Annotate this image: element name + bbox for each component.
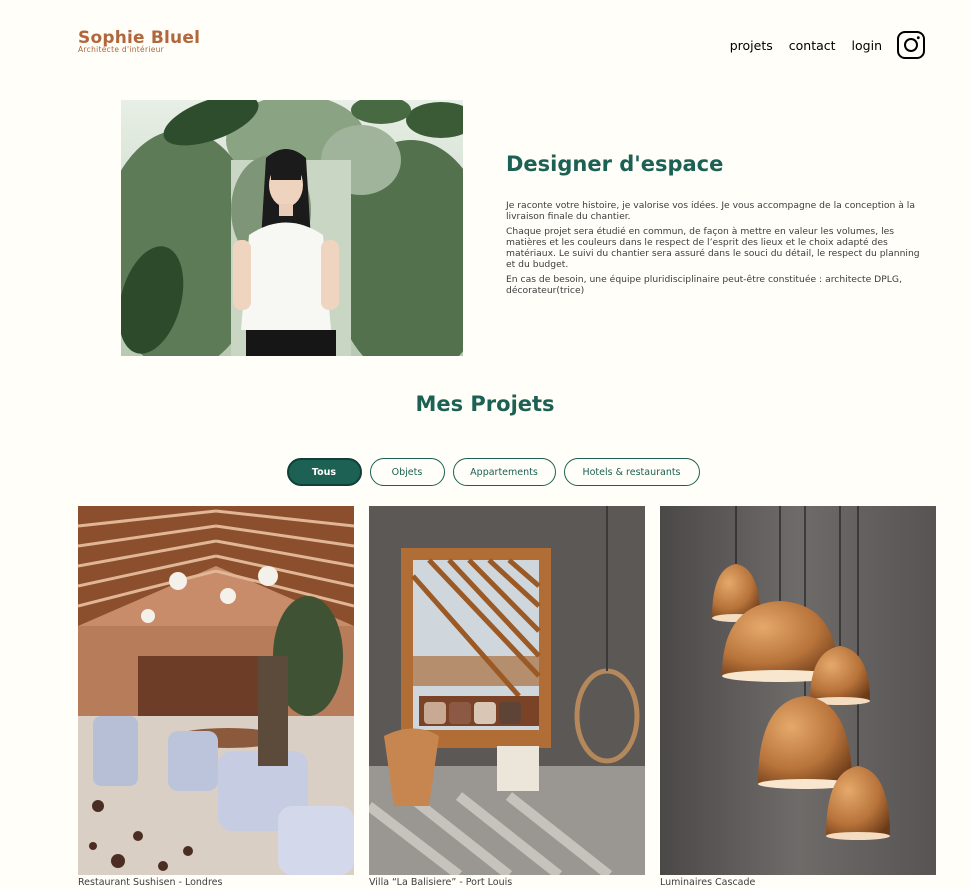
nav-link-contact[interactable]: contact — [789, 38, 836, 53]
project-card[interactable]: Restaurant Sushisen - Londres — [78, 506, 354, 888]
nav-link-login[interactable]: login — [852, 38, 882, 53]
nav-link-projets[interactable]: projets — [730, 38, 773, 53]
intro-section: Designer d'espace Je raconte votre histo… — [506, 152, 926, 300]
project-image-restaurant — [78, 506, 354, 875]
instagram-icon[interactable] — [896, 30, 926, 60]
main-nav: projets contact login — [730, 30, 926, 60]
site-logo[interactable]: Sophie Bluel Architecte d'intérieur — [78, 28, 200, 54]
architect-portrait — [121, 100, 463, 356]
intro-paragraph: En cas de besoin, une équipe pluridiscip… — [506, 274, 902, 296]
filter-hotels-button[interactable]: Hotels & restaurants — [563, 458, 700, 486]
intro-title: Designer d'espace — [506, 152, 724, 176]
project-gallery: Restaurant Sushisen - Londres Villa “La … — [78, 506, 936, 888]
projects-title: Mes Projets — [415, 392, 555, 416]
filter-apartments-button[interactable]: Appartements — [452, 458, 556, 486]
project-image-lamps — [660, 506, 936, 875]
intro-paragraph: Je raconte votre histoire, je valorise v… — [506, 200, 915, 222]
intro-paragraph: Chaque projet sera étudié en commun, de … — [506, 226, 920, 270]
filter-bar: Tous Objets Appartements Hotels & restau… — [0, 458, 970, 486]
project-card[interactable]: Luminaires Cascade — [660, 506, 936, 888]
project-caption: Villa “La Balisiere” - Port Louis — [369, 877, 513, 888]
filter-all-button[interactable]: Tous — [286, 458, 362, 486]
filter-objects-button[interactable]: Objets — [369, 458, 445, 486]
project-card[interactable]: Villa “La Balisiere” - Port Louis — [369, 506, 645, 888]
project-caption: Restaurant Sushisen - Londres — [78, 877, 223, 888]
project-image-villa — [369, 506, 645, 875]
project-caption: Luminaires Cascade — [660, 877, 756, 888]
